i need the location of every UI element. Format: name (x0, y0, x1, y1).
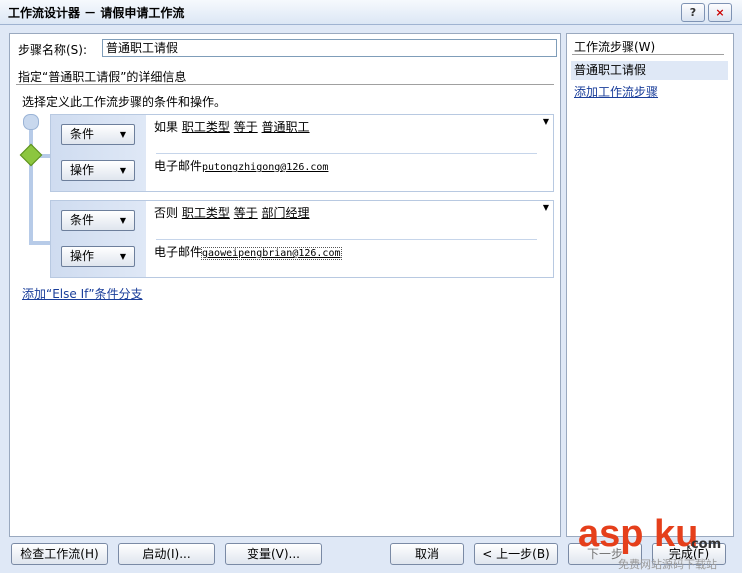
condition-operator-link[interactable]: 等于 (234, 120, 258, 134)
action-email-link[interactable]: putongzhigong@126.com (202, 162, 328, 173)
condition-button[interactable]: 条件 ▼ (61, 124, 135, 145)
dropdown-arrow-icon: ▼ (119, 216, 126, 225)
flow-start-node (23, 114, 39, 130)
title-bar: 工作流设计器 － 请假申请工作流 ? × (0, 0, 742, 25)
block-menu-arrow-icon[interactable]: ▼ (543, 203, 549, 212)
instruction-text: 选择定义此工作流步骤的条件和操作。 (22, 95, 227, 109)
action-button[interactable]: 操作 ▼ (61, 246, 135, 267)
check-workflow-button[interactable]: 检查工作流(H) (11, 543, 108, 565)
close-button[interactable]: × (708, 3, 732, 22)
action-rule: 电子邮件gaoweipengbrian@126.com (154, 243, 342, 260)
details-divider (16, 84, 554, 85)
dropdown-arrow-icon: ▼ (119, 130, 126, 139)
add-else-if-link[interactable]: 添加“Else If”条件分支 (22, 285, 143, 302)
action-button[interactable]: 操作 ▼ (61, 160, 135, 181)
action-rule: 电子邮件putongzhigong@126.com (154, 157, 328, 174)
back-button[interactable]: < 上一步(B) (474, 543, 558, 565)
action-email-link[interactable]: gaoweipengbrian@126.com (201, 247, 342, 260)
condition-value-link[interactable]: 普通职工 (262, 120, 310, 134)
action-label: 电子邮件 (154, 159, 203, 173)
condition-keyword: 如果 (154, 120, 179, 134)
watermark-domain: .com (686, 537, 722, 552)
condition-rule: 如果 职工类型 等于 普通职工 (154, 118, 310, 135)
block-divider (156, 153, 537, 154)
details-header: 指定“普通职工请假”的详细信息 (18, 70, 187, 84)
help-button[interactable]: ? (681, 3, 705, 22)
block-divider (156, 239, 537, 240)
flow-decision-diamond (19, 143, 43, 167)
watermark-tagline: 免费网站源码下载站 (618, 558, 717, 571)
workflow-steps-panel: 工作流步骤(W) 普通职工请假 添加工作流步骤 (566, 33, 734, 537)
dropdown-arrow-icon: ▼ (119, 252, 126, 261)
window-title: 工作流设计器 － 请假申请工作流 (8, 6, 185, 20)
step-name-label: 步骤名称(S): (18, 43, 88, 57)
condition-rule: 否则 职工类型 等于 部门经理 (154, 204, 310, 221)
add-workflow-step-link[interactable]: 添加工作流步骤 (574, 83, 658, 100)
variables-button[interactable]: 变量(V)... (225, 543, 322, 565)
start-button[interactable]: 启动(I)... (118, 543, 215, 565)
action-button-label: 操作 (70, 163, 95, 177)
sidebar-item-current-step[interactable]: 普通职工请假 (571, 61, 728, 80)
sidebar-divider (572, 54, 724, 55)
step-name-field[interactable]: 普通职工请假 (102, 39, 557, 57)
action-label: 电子邮件 (154, 245, 203, 259)
condition-block-if: 条件 ▼ 操作 ▼ 如果 职工类型 等于 普通职工 ▼ 电子邮件putongzh… (50, 114, 554, 192)
action-button-label: 操作 (70, 249, 95, 263)
condition-button-label: 条件 (70, 213, 95, 227)
condition-value-link[interactable]: 部门经理 (262, 206, 310, 220)
branch-connector (29, 120, 33, 245)
branch-connector-bottom (29, 241, 51, 245)
step-editor-panel: 步骤名称(S): 普通职工请假 指定“普通职工请假”的详细信息 选择定义此工作流… (9, 33, 561, 537)
condition-operator-link[interactable]: 等于 (234, 206, 258, 220)
condition-keyword: 否则 (154, 206, 179, 220)
condition-field-link[interactable]: 职工类型 (182, 206, 230, 220)
watermark-logo: asp ku .com 免费网站源码下载站 (578, 513, 728, 571)
workflow-steps-header: 工作流步骤(W) (574, 40, 656, 54)
condition-button-label: 条件 (70, 127, 95, 141)
dropdown-arrow-icon: ▼ (119, 166, 126, 175)
sidebar-item-label: 普通职工请假 (574, 63, 647, 77)
watermark-brand: asp ku (578, 513, 699, 555)
condition-field-link[interactable]: 职工类型 (182, 120, 230, 134)
block-menu-arrow-icon[interactable]: ▼ (543, 117, 549, 126)
cancel-button[interactable]: 取消 (390, 543, 464, 565)
condition-block-else: 条件 ▼ 操作 ▼ 否则 职工类型 等于 部门经理 ▼ 电子邮件gaoweipe… (50, 200, 554, 278)
condition-button[interactable]: 条件 ▼ (61, 210, 135, 231)
